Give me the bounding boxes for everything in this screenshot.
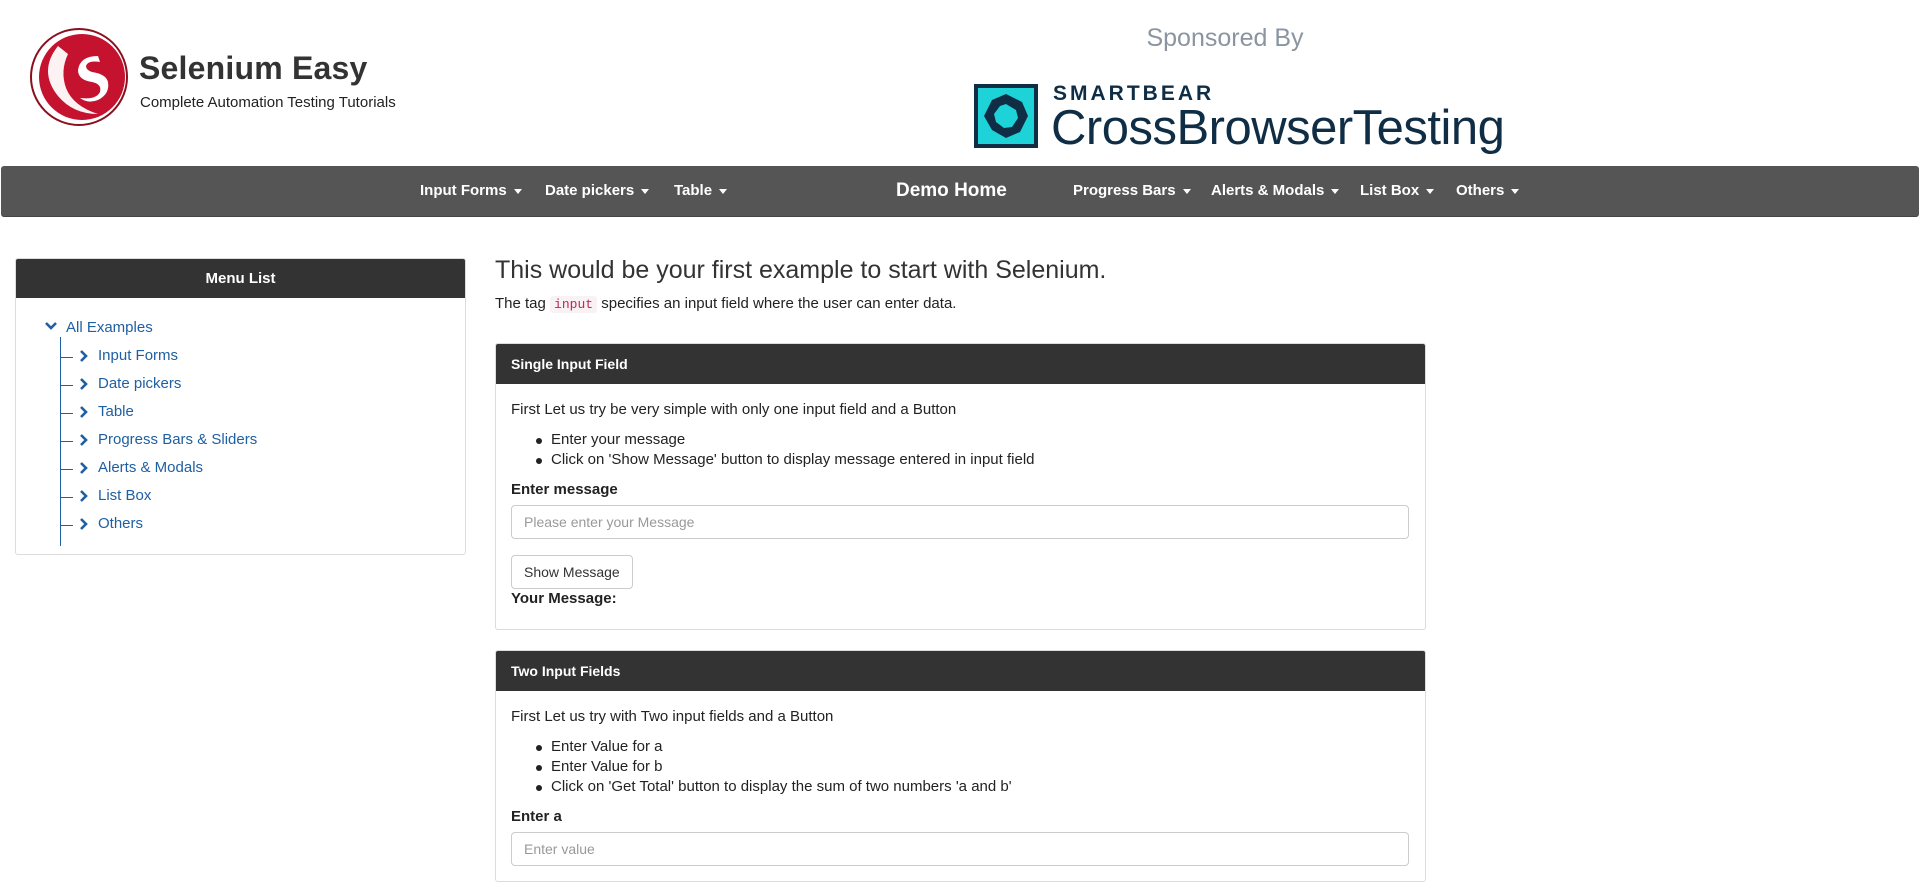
chevron-right-icon	[80, 378, 88, 390]
chevron-right-icon	[80, 462, 88, 474]
page-title: This would be your first example to star…	[495, 256, 1107, 284]
brand-title: Selenium Easy	[139, 50, 368, 86]
panel-heading: Two Input Fields	[496, 651, 1425, 691]
chevron-down-icon	[45, 322, 57, 330]
tree-root-all-examples[interactable]: All Examples	[44, 319, 153, 336]
caret-down-icon	[1511, 188, 1520, 194]
nav-table[interactable]: Table	[674, 166, 728, 216]
description-suffix: specifies an input field where the user …	[601, 295, 957, 312]
two-inputs-panel: Two Input Fields First Let us try with T…	[495, 650, 1426, 882]
your-message-label: Your Message:	[511, 590, 617, 607]
sidebar-item-label: Others	[98, 515, 144, 532]
menu-tree: All Examples Input Forms Date pickers Ta…	[16, 259, 465, 554]
caret-down-icon	[1426, 188, 1435, 194]
list-item: Enter Value for a	[535, 738, 663, 755]
sponsor-product[interactable]: CrossBrowserTesting	[1051, 100, 1505, 156]
sponsored-by-label: Sponsored By	[1146, 24, 1304, 52]
description-prefix: The tag	[495, 295, 546, 312]
chevron-right-icon	[80, 406, 88, 418]
nav-input-forms[interactable]: Input Forms	[420, 166, 522, 216]
chevron-right-icon	[80, 434, 88, 446]
sidebar-item-label: List Box	[98, 487, 152, 504]
panel-heading: Single Input Field	[496, 344, 1425, 384]
sidebar-item-label: Date pickers	[98, 375, 182, 392]
caret-down-icon	[1182, 188, 1191, 194]
sidebar-item-label: Progress Bars & Sliders	[98, 431, 258, 448]
nav-label: Progress Bars	[1073, 182, 1176, 199]
caret-down-icon	[1331, 188, 1340, 194]
list-item: Click on 'Get Total' button to display t…	[536, 778, 1012, 795]
menu-list-panel: Menu List All Examples Input Forms Date …	[15, 258, 466, 555]
tree-branch-line	[60, 385, 73, 386]
single-input-panel: Single Input Field First Let us try be v…	[495, 343, 1426, 630]
nav-label: Table	[674, 182, 713, 199]
caret-down-icon	[719, 188, 728, 194]
tree-branch-line	[60, 441, 73, 442]
nav-progress-bars[interactable]: Progress Bars	[1073, 166, 1191, 216]
enter-message-label: Enter message	[511, 481, 618, 498]
tree-branch-line	[60, 469, 73, 470]
nav-label: List Box	[1360, 182, 1420, 199]
nav-alerts-modals[interactable]: Alerts & Modals	[1211, 166, 1340, 216]
panel-intro: First Let us try with Two input fields a…	[511, 708, 834, 725]
caret-down-icon	[513, 188, 522, 194]
value-a-input[interactable]	[511, 832, 1409, 866]
sidebar-item-label: Input Forms	[98, 347, 179, 364]
input-tag-code: input	[550, 296, 598, 313]
page-description: The tag input specifies an input field w…	[495, 295, 957, 313]
nav-others[interactable]: Others	[1456, 166, 1520, 216]
nav-label: Date pickers	[545, 182, 635, 199]
nav-label: Input Forms	[420, 182, 507, 199]
nav-list-box[interactable]: List Box	[1360, 166, 1435, 216]
show-message-button[interactable]: Show Message	[511, 555, 633, 589]
enter-a-label: Enter a	[511, 808, 562, 825]
nav-label: Alerts & Modals	[1211, 182, 1325, 199]
selenium-easy-logo[interactable]	[28, 26, 130, 128]
selenium-logo-icon	[30, 28, 128, 126]
message-input[interactable]	[511, 505, 1409, 539]
caret-down-icon	[641, 188, 650, 194]
list-item: Click on 'Show Message' button to displa…	[536, 451, 1035, 468]
main-navbar: Input Forms Date pickers Table Demo Home…	[1, 166, 1919, 217]
brand-subtitle: Complete Automation Testing Tutorials	[140, 94, 396, 111]
tree-root-label: All Examples	[66, 319, 153, 336]
sidebar-item-label: Alerts & Modals	[98, 459, 204, 476]
chevron-right-icon	[80, 350, 88, 362]
nav-label: Others	[1456, 182, 1505, 199]
sidebar-item-label: Table	[98, 403, 134, 420]
chevron-right-icon	[80, 490, 88, 502]
tree-branch-line	[60, 413, 73, 414]
list-item: Enter Value for b	[535, 758, 663, 775]
nav-demo-home[interactable]: Demo Home	[896, 166, 1007, 216]
tree-branch-line	[60, 497, 73, 498]
nav-date-pickers[interactable]: Date pickers	[545, 166, 650, 216]
smartbear-logo-icon[interactable]	[974, 84, 1038, 148]
tree-branch-line	[60, 357, 73, 358]
tree-branch-line	[60, 525, 73, 526]
nav-label: Demo Home	[896, 180, 1007, 201]
list-item: Enter your message	[535, 431, 686, 448]
panel-intro: First Let us try be very simple with onl…	[511, 401, 957, 418]
chevron-right-icon	[80, 518, 88, 530]
